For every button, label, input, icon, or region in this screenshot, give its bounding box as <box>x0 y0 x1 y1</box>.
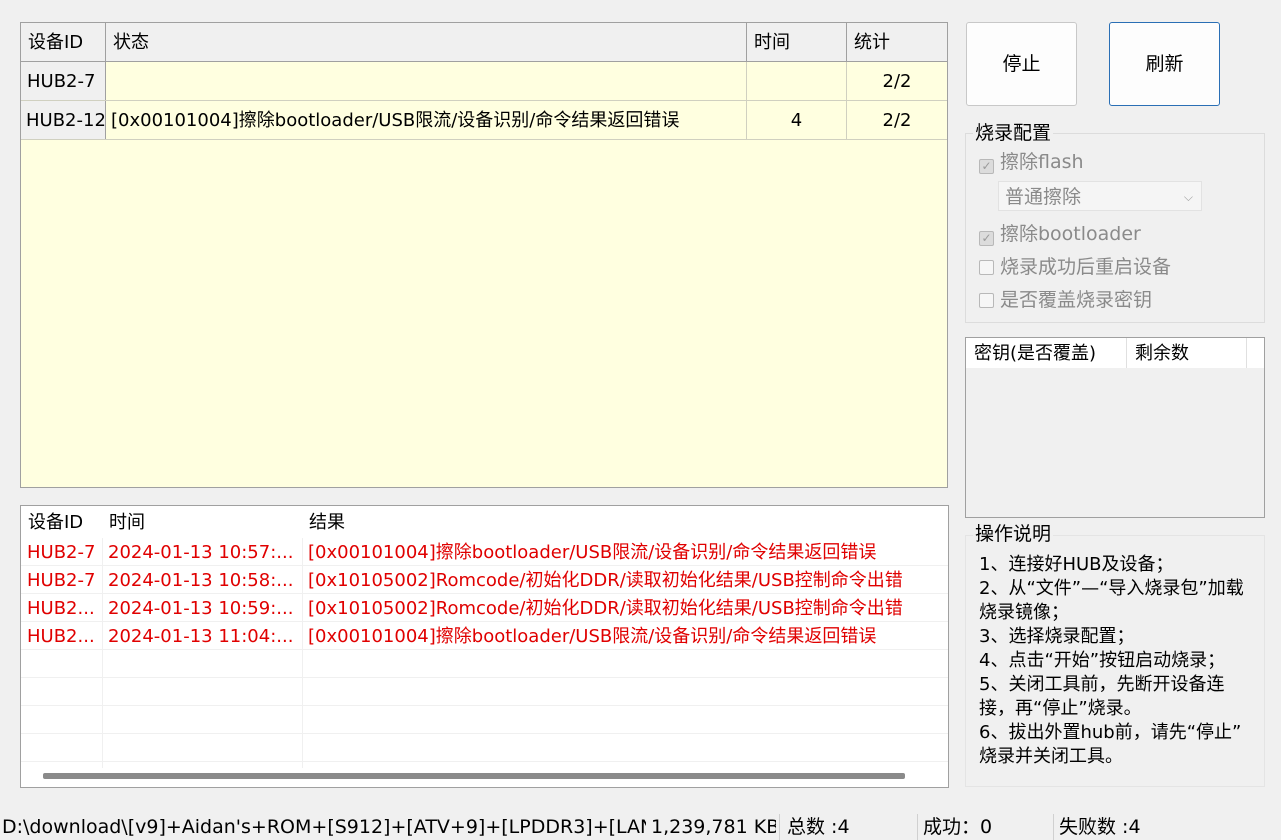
col-header-device-id[interactable]: 设备ID <box>21 506 102 538</box>
log-time: 2024-01-13 10:57:... <box>108 542 294 563</box>
checkbox-unchecked-icon <box>979 260 994 275</box>
status-separator <box>917 814 918 840</box>
empty-log-row <box>21 650 948 678</box>
instruction-line: 4、点击“开始”按钮启动烧录； <box>979 650 1226 671</box>
refresh-button[interactable]: 刷新 <box>1109 22 1220 106</box>
reboot-after-label: 烧录成功后重启设备 <box>1000 256 1172 278</box>
reboot-after-checkbox[interactable]: 烧录成功后重启设备 <box>979 253 1171 281</box>
log-device-id: HUB2-7 <box>27 542 96 563</box>
checkbox-unchecked-icon <box>979 293 994 308</box>
burn-config-title: 烧录配置 <box>973 122 1054 144</box>
device-grid-header: 设备ID 状态 时间 统计 <box>21 23 947 62</box>
status-failed: 失败数 :4 <box>1059 816 1141 838</box>
empty-log-row <box>21 678 948 706</box>
erase-mode-value: 普通擦除 <box>1005 186 1082 208</box>
erase-flash-checkbox[interactable]: ✓ 擦除flash <box>979 148 1084 176</box>
stop-button[interactable]: 停止 <box>966 22 1077 106</box>
instruction-line: 2、从“文件”—“导入烧录包”加载 <box>979 578 1244 599</box>
instruction-line: 接，再“停止”烧录。 <box>979 698 1142 719</box>
erase-bootloader-label: 擦除bootloader <box>1000 223 1141 245</box>
checkbox-checked-icon: ✓ <box>979 159 994 174</box>
erase-bootloader-checkbox[interactable]: ✓ 擦除bootloader <box>979 220 1141 248</box>
device-status-cell <box>106 62 747 100</box>
log-device-id: HUB2... <box>27 598 95 619</box>
erase-flash-label: 擦除flash <box>1000 151 1084 173</box>
status-separator <box>779 814 780 840</box>
log-result: [0x10105002]Romcode/初始化DDR/读取初始化结果/USB控制… <box>308 570 903 591</box>
col-header-result[interactable]: 结果 <box>302 506 942 538</box>
log-result: [0x00101004]擦除bootloader/USB限流/设备识别/命令结果… <box>308 542 877 563</box>
checkbox-checked-icon: ✓ <box>979 231 994 246</box>
horizontal-scrollbar[interactable] <box>43 773 905 779</box>
device-time-cell <box>747 62 847 100</box>
log-row[interactable]: HUB2... 2024-01-13 11:04:... [0x00101004… <box>21 622 948 650</box>
header-filler <box>1247 338 1264 368</box>
log-result: [0x00101004]擦除bootloader/USB限流/设备识别/命令结果… <box>308 626 877 647</box>
device-id-cell: HUB2-7 <box>21 62 106 100</box>
device-row[interactable]: HUB2-7 2/2 <box>21 62 947 101</box>
status-separator <box>1053 814 1054 840</box>
instruction-line: 3、选择烧录配置； <box>979 626 1135 647</box>
log-row[interactable]: HUB2-7 2024-01-13 10:57:... [0x00101004]… <box>21 538 948 566</box>
device-grid[interactable]: 设备ID 状态 时间 统计 HUB2-7 2/2 HUB2-12 [0x0010… <box>20 22 948 488</box>
chevron-down-icon: ⌵ <box>1183 190 1193 204</box>
instruction-line: 1、连接好HUB及设备； <box>979 554 1174 575</box>
instruction-line: 烧录并关闭工具。 <box>979 746 1123 767</box>
col-header-time[interactable]: 时间 <box>747 23 847 62</box>
status-success: 成功：0 <box>923 816 993 838</box>
status-size: 1,239,781 KB <box>651 816 776 838</box>
empty-log-row <box>21 734 948 762</box>
key-table[interactable]: 密钥(是否覆盖) 剩余数 <box>965 337 1265 518</box>
log-device-id: HUB2... <box>27 626 95 647</box>
log-list[interactable]: 设备ID 时间 结果 HUB2-7 2024-01-13 10:57:... [… <box>20 505 949 788</box>
instruction-line: 烧录镜像； <box>979 602 1069 623</box>
erase-mode-select[interactable]: 普通擦除 ⌵ <box>998 181 1202 211</box>
log-time: 2024-01-13 10:58:... <box>108 570 294 591</box>
empty-log-row <box>21 706 948 734</box>
instructions-title: 操作说明 <box>973 523 1054 545</box>
log-row[interactable]: HUB2... 2024-01-13 10:59:... [0x10105002… <box>21 594 948 622</box>
col-header-key[interactable]: 密钥(是否覆盖) <box>966 338 1127 368</box>
log-device-id: HUB2-7 <box>27 570 96 591</box>
device-status-cell: [0x00101004]擦除bootloader/USB限流/设备识别/命令结果… <box>106 101 747 139</box>
log-result: [0x10105002]Romcode/初始化DDR/读取初始化结果/USB控制… <box>308 598 903 619</box>
col-header-stats[interactable]: 统计 <box>847 23 947 62</box>
log-time: 2024-01-13 10:59:... <box>108 598 294 619</box>
instruction-line: 6、拔出外置hub前，请先“停止” <box>979 722 1242 743</box>
status-bar: D:\download\[v9]+Aidan's+ROM+[S912]+[ATV… <box>0 812 1281 840</box>
col-header-status[interactable]: 状态 <box>106 23 747 62</box>
col-header-time[interactable]: 时间 <box>102 506 302 538</box>
device-stats-cell: 2/2 <box>882 110 912 131</box>
col-header-remaining[interactable]: 剩余数 <box>1127 338 1247 368</box>
overwrite-key-label: 是否覆盖烧录密钥 <box>1000 289 1153 311</box>
log-time: 2024-01-13 11:04:... <box>108 626 294 647</box>
col-header-device-id[interactable]: 设备ID <box>21 23 106 62</box>
status-path: D:\download\[v9]+Aidan's+ROM+[S912]+[ATV… <box>2 816 646 838</box>
device-id-cell: HUB2-12 <box>21 101 106 139</box>
instruction-line: 5、关闭工具前，先断开设备连 <box>979 674 1225 695</box>
device-stats-cell: 2/2 <box>882 71 912 92</box>
status-total: 总数 :4 <box>787 816 850 838</box>
device-row[interactable]: HUB2-12 [0x00101004]擦除bootloader/USB限流/设… <box>21 101 947 140</box>
overwrite-key-checkbox[interactable]: 是否覆盖烧录密钥 <box>979 286 1152 314</box>
device-time-cell: 4 <box>747 101 847 139</box>
log-row[interactable]: HUB2-7 2024-01-13 10:58:... [0x10105002]… <box>21 566 948 594</box>
